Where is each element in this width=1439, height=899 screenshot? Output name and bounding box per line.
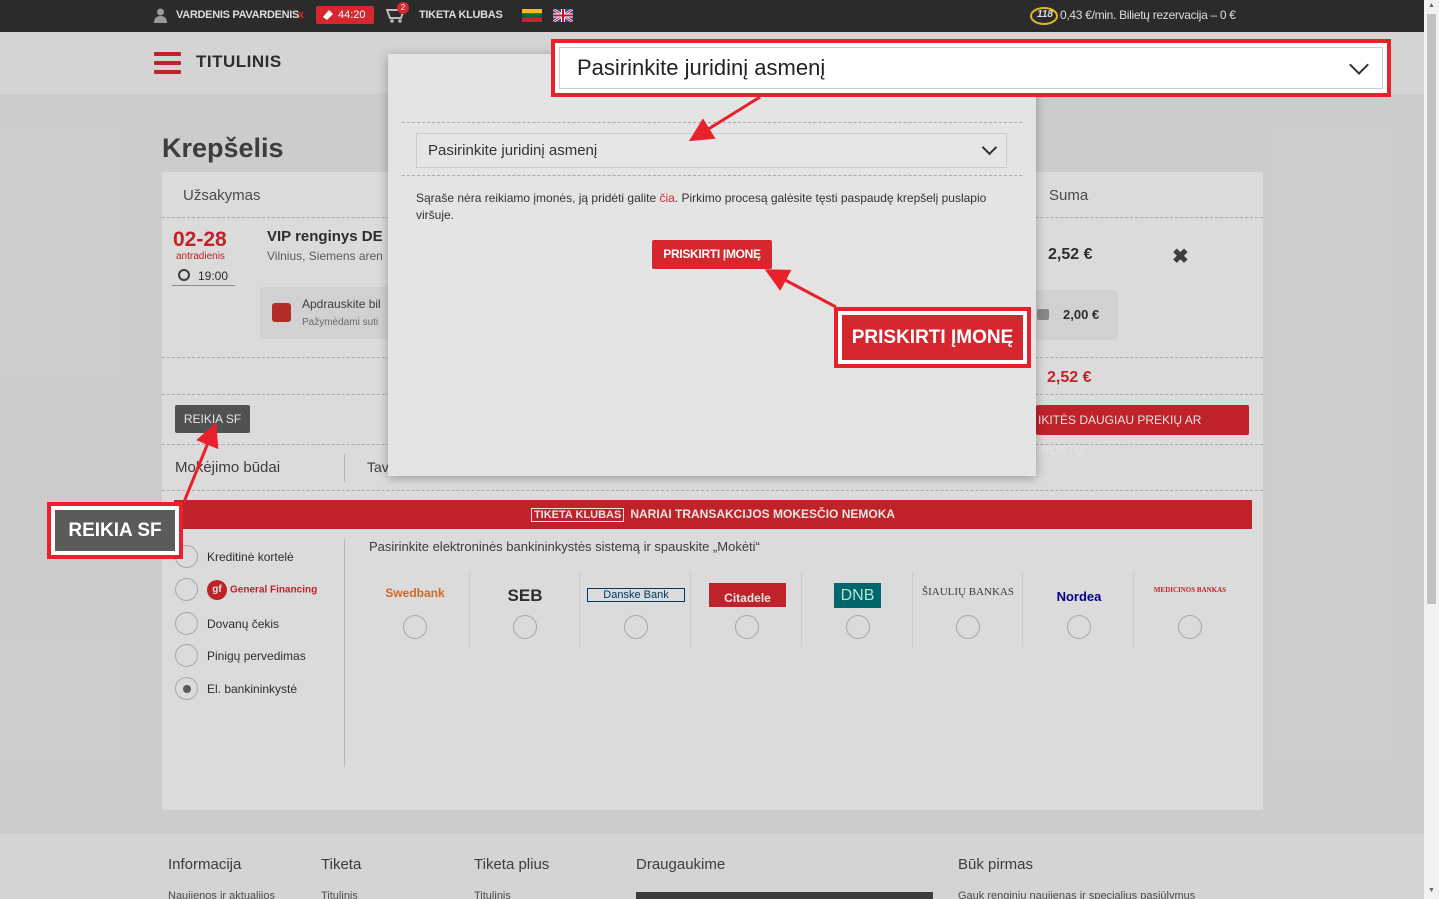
- reservation-timer: 44:20: [316, 6, 374, 24]
- chevron-down-icon: [981, 139, 998, 156]
- add-company-link[interactable]: čia: [659, 191, 674, 205]
- scroll-down-icon[interactable]: ▼: [1428, 887, 1435, 894]
- divider: [402, 122, 1022, 123]
- scrollbar[interactable]: ▲ ▼: [1424, 0, 1439, 899]
- ticket-icon: [323, 10, 333, 20]
- timer-value: 44:20: [338, 9, 366, 21]
- callout-need-invoice-text: REIKIA SF: [55, 510, 175, 551]
- callout-need-invoice-zoom: REIKIA SF: [47, 502, 183, 559]
- legal-entity-select[interactable]: Pasirinkite juridinį asmenį: [416, 133, 1007, 168]
- modal-info-text: Sąraše nėra reikiamo įmonės, ją pridėti …: [416, 191, 987, 222]
- hotline-text: 0,43 €/min. Bilietų rezervacija – 0 €: [1060, 8, 1236, 22]
- legal-entity-modal: Pasirinkite juridinį asmenį Sąraše nėra …: [388, 54, 1036, 476]
- flag-en-icon[interactable]: [553, 9, 573, 22]
- scrollbar-thumb[interactable]: [1427, 14, 1436, 604]
- user-name-link[interactable]: VARDENIS PAVARDENIS: [176, 0, 299, 32]
- divider: [402, 175, 1022, 176]
- callout-assign-zoom: PRISKIRTI ĮMONĘ: [834, 307, 1031, 368]
- assign-company-button[interactable]: PRISKIRTI ĮMONĘ: [652, 240, 772, 269]
- cart-button[interactable]: 2: [385, 2, 409, 26]
- scroll-up-icon[interactable]: ▲: [1428, 2, 1435, 9]
- logout-link[interactable]: x: [298, 0, 304, 32]
- cart-count-badge: 2: [397, 2, 409, 14]
- callout-select-text: Pasirinkite juridinį asmenį: [577, 55, 826, 80]
- flag-lt-icon[interactable]: [522, 9, 542, 22]
- top-bar: VARDENIS PAVARDENIS x 44:20 2 TIKETA KLU…: [0, 0, 1424, 32]
- callout-assign-text: PRISKIRTI ĮMONĘ: [842, 315, 1023, 360]
- callout-select-zoom: Pasirinkite juridinį asmenį: [551, 39, 1391, 97]
- club-link[interactable]: TIKETA KLUBAS: [419, 0, 503, 32]
- user-icon: [154, 8, 167, 23]
- chevron-down-icon: [1349, 55, 1369, 75]
- hotline-118-icon: 118: [1030, 6, 1058, 26]
- legal-entity-select-value: Pasirinkite juridinį asmenį: [428, 142, 598, 159]
